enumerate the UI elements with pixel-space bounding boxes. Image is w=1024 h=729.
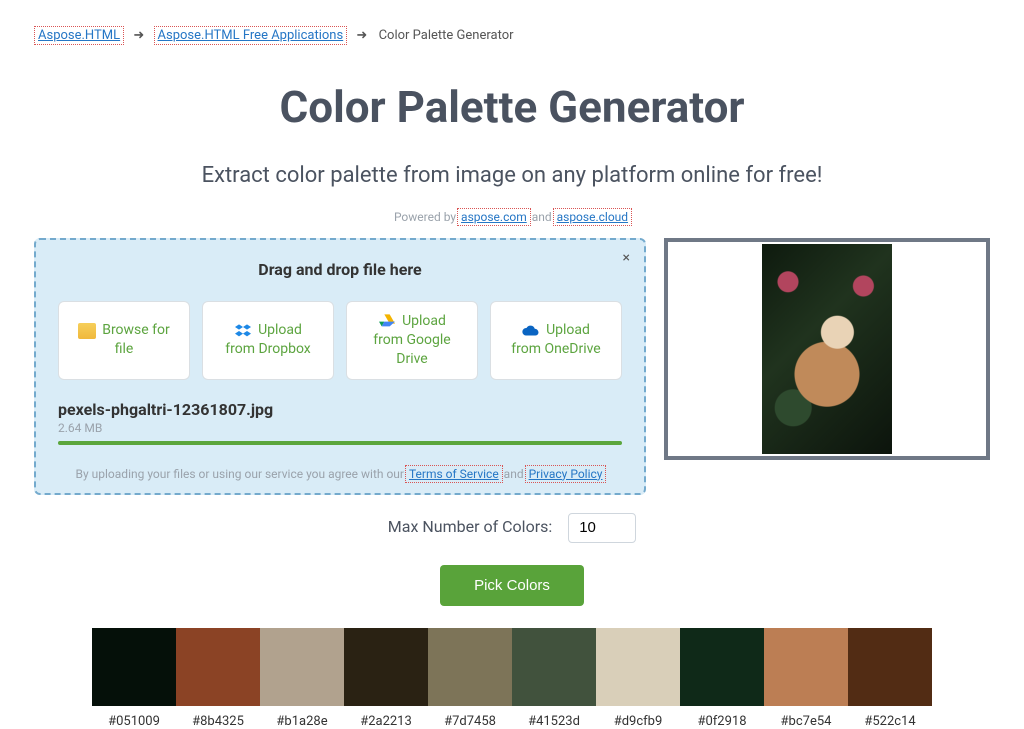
onedrive-icon: [522, 323, 540, 339]
breadcrumb-arrow: ➜: [356, 28, 367, 43]
max-colors-input[interactable]: [568, 513, 636, 543]
dropzone[interactable]: × Drag and drop file here Browse for fil…: [34, 238, 646, 495]
breadcrumb-arrow: ➜: [133, 28, 144, 43]
color-swatch[interactable]: [428, 628, 512, 706]
page-title: Color Palette Generator: [0, 81, 1024, 133]
color-swatch[interactable]: [260, 628, 344, 706]
color-hex-label: #522c14: [848, 714, 932, 729]
upload-dropbox-button[interactable]: Upload from Dropbox: [202, 301, 334, 380]
color-hex-label: #b1a28e: [260, 714, 344, 729]
breadcrumb: Aspose.HTML ➜ Aspose.HTML Free Applicati…: [0, 0, 1024, 63]
color-swatch[interactable]: [848, 628, 932, 706]
breadcrumb-link-1[interactable]: Aspose.HTML: [36, 28, 122, 43]
color-hex-label: #051009: [92, 714, 176, 729]
upload-google-drive-button[interactable]: Upload from Google Drive: [346, 301, 478, 380]
palette: #051009#8b4325#b1a28e#2a2213#7d7458#4152…: [92, 628, 932, 729]
upload-progress-bar: [58, 441, 622, 445]
page-subtitle: Extract color palette from image on any …: [0, 163, 1024, 188]
color-swatch[interactable]: [680, 628, 764, 706]
color-swatch[interactable]: [176, 628, 260, 706]
uploaded-file: pexels-phgaltri-12361807.jpg 2.64 MB: [58, 400, 622, 445]
upload-disclaimer: By uploading your files or using our ser…: [58, 467, 622, 481]
color-swatch[interactable]: [596, 628, 680, 706]
max-colors-label: Max Number of Colors:: [388, 517, 552, 536]
color-swatch[interactable]: [344, 628, 428, 706]
breadcrumb-link-2[interactable]: Aspose.HTML Free Applications: [156, 28, 346, 43]
privacy-policy-link[interactable]: Privacy Policy: [527, 467, 605, 481]
color-swatch[interactable]: [92, 628, 176, 706]
file-size: 2.64 MB: [58, 421, 622, 435]
browse-file-button[interactable]: Browse for file: [58, 301, 190, 380]
color-hex-label: #8b4325: [176, 714, 260, 729]
poweredby-link-aspose-cloud[interactable]: aspose.cloud: [555, 210, 630, 224]
upload-onedrive-button[interactable]: Upload from OneDrive: [490, 301, 622, 380]
color-swatch[interactable]: [512, 628, 596, 706]
powered-by: Powered by aspose.com and aspose.cloud: [0, 210, 1024, 224]
close-icon[interactable]: ×: [623, 250, 630, 266]
pick-colors-button[interactable]: Pick Colors: [440, 565, 584, 606]
folder-icon: [78, 323, 96, 339]
terms-of-service-link[interactable]: Terms of Service: [407, 467, 501, 481]
color-hex-label: #0f2918: [680, 714, 764, 729]
preview-image: [762, 244, 892, 454]
color-hex-label: #d9cfb9: [596, 714, 680, 729]
color-hex-label: #bc7e54: [764, 714, 848, 729]
dropzone-heading: Drag and drop file here: [58, 260, 622, 279]
poweredby-link-aspose-com[interactable]: aspose.com: [459, 210, 529, 224]
dropbox-icon: [234, 323, 252, 339]
file-name: pexels-phgaltri-12361807.jpg: [58, 400, 622, 419]
color-swatch[interactable]: [764, 628, 848, 706]
color-hex-label: #7d7458: [428, 714, 512, 729]
color-hex-label: #2a2213: [344, 714, 428, 729]
image-preview: [664, 238, 990, 460]
google-drive-icon: [378, 313, 396, 329]
color-hex-label: #41523d: [512, 714, 596, 729]
breadcrumb-current: Color Palette Generator: [379, 28, 514, 43]
